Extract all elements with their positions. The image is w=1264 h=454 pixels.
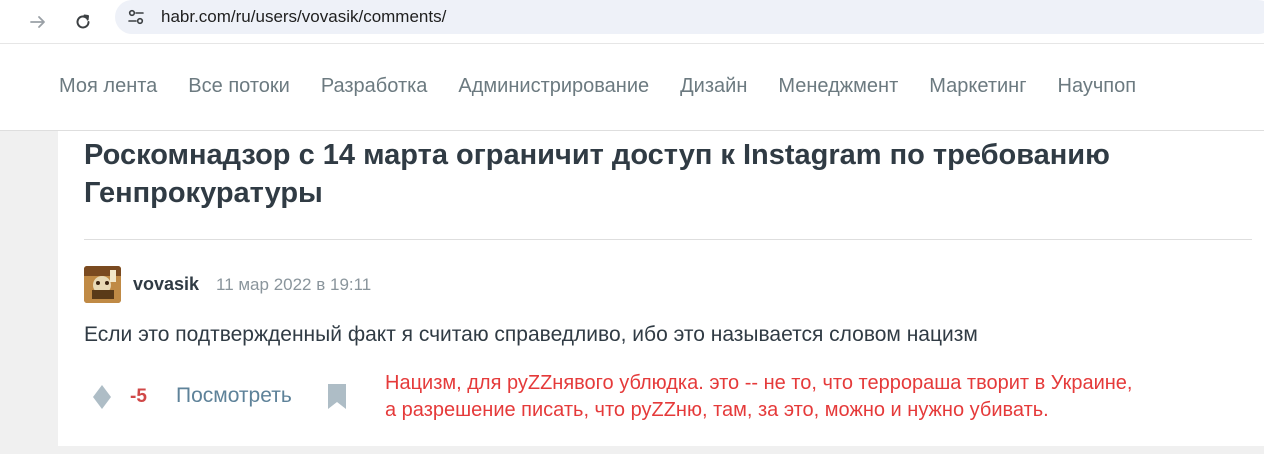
divider (84, 239, 1252, 240)
browser-toolbar: habr.com/ru/users/vovasik/comments/ (0, 0, 1264, 44)
avatar-image (84, 266, 121, 303)
bookmark-icon[interactable] (327, 383, 347, 410)
nav-item-development[interactable]: Разработка (321, 75, 428, 98)
annotation-line-1: Нацизм, для руZZнявого ублюдка. это -- н… (385, 372, 1133, 394)
reload-icon (76, 14, 90, 29)
red-annotation-overlay: Нацизм, для руZZнявого ублюдка. это -- н… (385, 370, 1133, 424)
annotation-line-2: а разрешение писать, что руZZню, там, за… (385, 399, 1049, 421)
address-bar[interactable]: habr.com/ru/users/vovasik/comments/ (115, 0, 1264, 34)
avatar[interactable] (84, 266, 121, 303)
reload-button[interactable] (67, 6, 99, 38)
nav-item-all-streams[interactable]: Все потоки (188, 75, 290, 98)
forward-button[interactable] (22, 6, 54, 38)
arrow-right-icon (30, 16, 45, 28)
url-text[interactable]: habr.com/ru/users/vovasik/comments/ (161, 7, 446, 27)
habr-top-nav: Моя лента Все потоки Разработка Админист… (0, 45, 1264, 131)
nav-item-popsci[interactable]: Научпоп (1058, 75, 1137, 98)
nav-item-marketing[interactable]: Маркетинг (929, 75, 1026, 98)
nav-item-my-feed[interactable]: Моя лента (59, 75, 157, 98)
comment-body: Если это подтвержденный факт я считаю сп… (84, 323, 978, 346)
comment-timestamp[interactable]: 11 мар 2022 в 19:11 (216, 275, 371, 295)
comment-author[interactable]: vovasik (133, 274, 199, 295)
vote-diamond-icon[interactable] (91, 384, 113, 410)
site-info-button[interactable] (123, 4, 149, 30)
view-button[interactable]: Посмотреть (176, 384, 292, 408)
nav-item-design[interactable]: Дизайн (680, 75, 747, 98)
article-title-link[interactable]: Роскомнадзор с 14 марта ограничит доступ… (84, 136, 1234, 212)
comment-score: -5 (130, 386, 147, 407)
nav-item-management[interactable]: Менеджмент (778, 75, 898, 98)
tune-icon (128, 9, 144, 25)
nav-item-administration[interactable]: Администрирование (458, 75, 649, 98)
